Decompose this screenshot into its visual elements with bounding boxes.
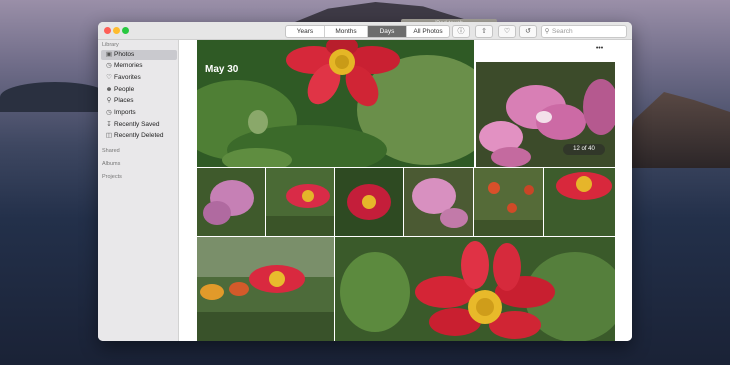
photo-thumb-4[interactable] [404, 168, 473, 236]
photo-red-flowers-garden[interactable] [197, 237, 334, 341]
rotate-button[interactable]: ↺ [519, 25, 537, 38]
info-icon: ⓘ [457, 28, 465, 35]
search-placeholder: Search [552, 28, 573, 35]
share-icon: ⇧ [481, 28, 487, 35]
tab-months[interactable]: Months [325, 26, 368, 37]
sidebar-item-memories[interactable]: ◷ Memories [101, 61, 177, 71]
sidebar-item-label: Places [114, 97, 134, 104]
sidebar-item-people[interactable]: ☻ People [101, 85, 177, 95]
minimize-button[interactable] [113, 27, 120, 34]
sidebar-item-label: Imports [114, 109, 136, 116]
sidebar-item-label: People [114, 86, 135, 93]
download-icon: ↧ [106, 121, 112, 128]
sidebar-item-label: Photos [114, 51, 135, 58]
sidebar-heading-projects: Projects [102, 174, 122, 180]
sidebar-heading-albums: Albums [102, 161, 121, 167]
photo-thumb-6[interactable] [544, 168, 615, 236]
photo-counter-badge: 12 of 40 [563, 144, 605, 155]
view-segmented-control: Years Months Days All Photos [285, 25, 450, 38]
favorite-button[interactable]: ♡ [498, 25, 516, 38]
share-button[interactable]: ⇧ [475, 25, 493, 38]
sidebar-item-places[interactable]: ⚲ Places [101, 96, 177, 106]
memories-icon: ◷ [106, 62, 112, 69]
person-icon: ☻ [105, 86, 113, 93]
trash-icon: ◫ [105, 132, 113, 139]
tab-all-photos[interactable]: All Photos [407, 26, 449, 37]
clock-icon: ◷ [106, 109, 112, 116]
sidebar-item-label: Recently Deleted [114, 132, 164, 139]
sidebar-item-recently-deleted[interactable]: ◫ Recently Deleted [101, 131, 177, 141]
photos-icon: ▣ [105, 51, 113, 58]
tab-years[interactable]: Years [286, 26, 325, 37]
photo-thumb-3[interactable] [335, 168, 403, 236]
titlebar: Years Months Days All Photos ⓘ ⇧ ♡ ↺ ⚲ Se… [98, 22, 632, 40]
tab-days[interactable]: Days [368, 26, 407, 37]
sidebar-item-recently-saved[interactable]: ↧ Recently Saved [101, 120, 177, 130]
close-button[interactable] [104, 27, 111, 34]
heart-icon: ♡ [106, 74, 112, 81]
sidebar-heading-shared: Shared [102, 148, 120, 154]
sidebar-item-label: Memories [114, 62, 143, 69]
photo-red-dahlia-closeup[interactable] [335, 237, 615, 341]
info-button[interactable]: ⓘ [452, 25, 470, 38]
photo-hero-red-dahlia[interactable] [197, 40, 474, 167]
sidebar: Library ▣ Photos ◷ Memories ♡ Favorites ☻ Pe… [98, 40, 179, 341]
sidebar-item-imports[interactable]: ◷ Imports [101, 108, 177, 118]
sidebar-item-favorites[interactable]: ♡ Favorites [101, 73, 177, 83]
more-options-button[interactable]: ••• [594, 44, 605, 55]
photos-window: Years Months Days All Photos ⓘ ⇧ ♡ ↺ ⚲ Se… [98, 22, 632, 341]
rotate-icon: ↺ [525, 28, 531, 35]
search-input[interactable]: ⚲ Search [541, 25, 627, 38]
photo-thumb-5[interactable] [474, 168, 543, 236]
day-title: May 30 [205, 64, 239, 75]
photo-thumb-2[interactable] [266, 168, 334, 236]
ellipsis-icon: ••• [595, 45, 604, 52]
sidebar-item-label: Favorites [114, 74, 141, 81]
wallpaper-mountain-left [0, 82, 110, 112]
search-icon: ⚲ [544, 28, 550, 35]
photo-grid: May 30 [179, 40, 632, 341]
sidebar-item-label: Recently Saved [114, 121, 160, 128]
heart-icon: ♡ [503, 28, 511, 35]
pin-icon: ⚲ [106, 97, 112, 104]
zoom-button[interactable] [122, 27, 129, 34]
photo-thumb-1[interactable] [197, 168, 265, 236]
sidebar-heading-library: Library [102, 42, 119, 48]
sidebar-item-photos[interactable]: ▣ Photos [101, 50, 177, 60]
